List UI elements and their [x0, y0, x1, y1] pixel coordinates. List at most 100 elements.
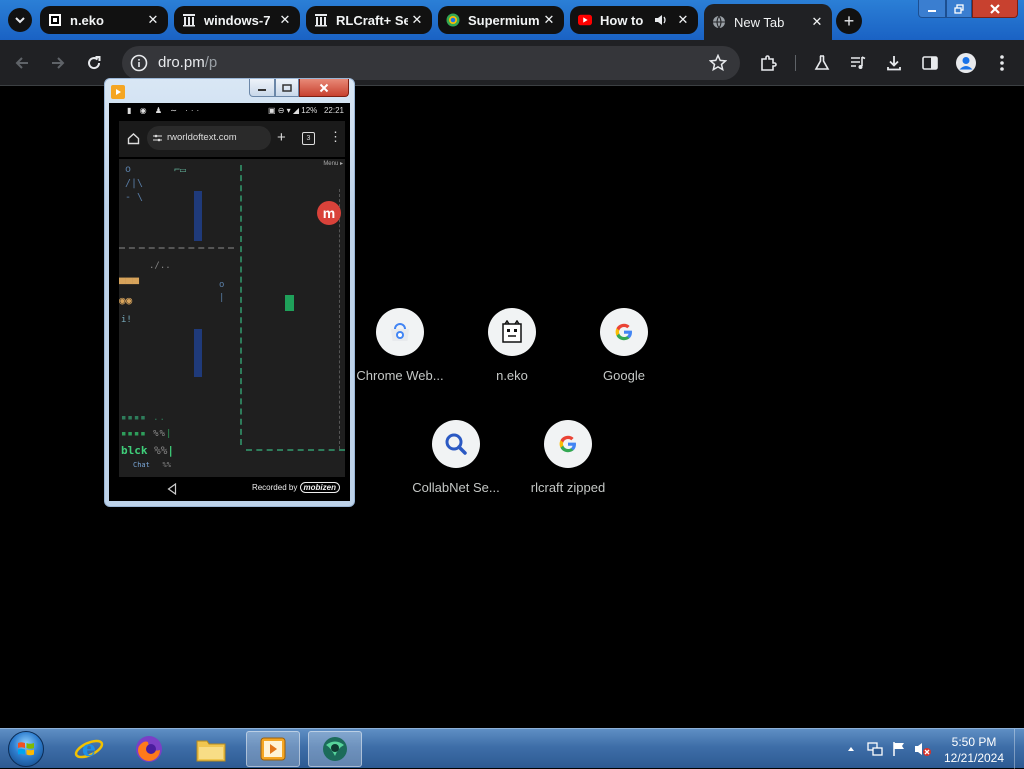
playlist-music-icon [851, 56, 866, 69]
supermium-taskbar-button[interactable] [308, 731, 362, 767]
tune-icon [153, 134, 162, 142]
start-button[interactable] [4, 729, 48, 769]
close-icon[interactable]: ✕ [144, 11, 162, 29]
shortcut-google[interactable]: Google [569, 308, 679, 383]
firefox-icon [136, 736, 162, 762]
back-arrow-icon [15, 57, 28, 69]
downloads-button[interactable] [882, 51, 906, 75]
mobizen-maximize-button[interactable] [275, 79, 299, 97]
mobizen-icon [260, 737, 286, 761]
status-right: ▣ ⊖ ▾ ◢ 12% 22:21 [267, 106, 344, 115]
window-minimize-button[interactable] [918, 0, 946, 18]
recorded-by-text: Recorded by mobizen [252, 482, 340, 493]
phone-url-bar[interactable]: rworldoftext.com [147, 126, 271, 150]
internet-explorer-taskbar-button[interactable]: e [62, 731, 116, 767]
dashed-line [119, 247, 234, 249]
tab-supermium[interactable]: Supermium ✕ [438, 6, 564, 34]
tab-title: windows-7 [204, 12, 271, 28]
ascii-art: ./.. [149, 261, 171, 271]
phone-status-bar: ▮ ◉ ♟ ∼ ··· ▣ ⊖ ▾ ◢ 12% 22:21 [109, 103, 350, 119]
mobizen-window[interactable]: ▮ ◉ ♟ ∼ ··· ▣ ⊖ ▾ ◢ 12% 22:21 rworldofte… [104, 78, 355, 507]
new-tab-button[interactable]: + [836, 8, 862, 34]
side-panel-button[interactable] [918, 51, 942, 75]
canvas-menu-link[interactable]: Menu ▸ [323, 160, 343, 167]
tab-neko[interactable]: n.eko ✕ [40, 6, 168, 34]
profile-button[interactable] [954, 51, 978, 75]
file-explorer-taskbar-button[interactable] [184, 731, 238, 767]
show-hidden-icons-button[interactable] [844, 729, 858, 769]
shortcut-collabnet[interactable]: CollabNet Se... [401, 420, 511, 495]
back-button[interactable] [10, 51, 34, 75]
close-icon[interactable]: ✕ [408, 11, 426, 29]
forward-arrow-icon [52, 57, 65, 69]
tab-strip: n.eko ✕ windows-7 ✕ RLCraft+ Se ✕ Superm… [0, 0, 1024, 40]
reload-button[interactable] [82, 51, 106, 75]
firefox-taskbar-button[interactable] [122, 731, 176, 767]
shortcut-rlcraft-zipped[interactable]: rlcraft zipped [513, 420, 623, 495]
speaker-icon[interactable] [654, 13, 668, 27]
address-bar[interactable]: dro.pm/p [122, 46, 740, 80]
extensions-button[interactable] [756, 51, 780, 75]
taskbar-clock[interactable]: 5:50 PM 12/21/2024 [936, 734, 1012, 766]
blck-label: blck [121, 444, 148, 457]
show-desktop-button[interactable] [1014, 729, 1024, 769]
mobizen-taskbar-button[interactable] [246, 731, 300, 767]
star-icon [709, 54, 727, 72]
chat-text: Chat %% [133, 461, 171, 469]
chevron-up-icon [848, 747, 854, 751]
info-icon[interactable] [130, 54, 148, 72]
battery-level: 12% [301, 106, 318, 115]
close-icon[interactable]: ✕ [674, 11, 692, 29]
action-center-tray-button[interactable] [890, 729, 908, 769]
volume-tray-button[interactable] [914, 729, 932, 769]
tab-search-button[interactable] [8, 8, 32, 32]
notification-icons: ▮ ◉ ♟ ∼ ··· [127, 106, 203, 115]
percent-text: %% [154, 444, 168, 457]
phone-menu-icon[interactable]: ⋮ [329, 129, 342, 145]
clock-date: 12/21/2024 [943, 751, 1005, 765]
tab-rlcraft[interactable]: RLCraft+ Se ✕ [306, 6, 432, 34]
shortcut-neko[interactable]: n.eko [457, 308, 567, 383]
phone-new-tab-icon[interactable]: + [277, 129, 286, 146]
close-icon[interactable]: ✕ [540, 11, 558, 29]
mobizen-minimize-button[interactable] [249, 79, 275, 97]
windows-taskbar: e 5:50 PM 12/21/2024 [0, 728, 1024, 769]
chrome-web-store-icon [376, 308, 424, 356]
close-icon[interactable]: ✕ [808, 13, 826, 31]
back-triangle-icon[interactable] [167, 483, 177, 495]
home-icon[interactable] [127, 132, 140, 145]
mobizen-close-button[interactable] [299, 79, 349, 97]
percent-text: %% [162, 461, 171, 469]
tab-title: Supermium [468, 12, 540, 28]
toolbar-divider [795, 55, 796, 71]
network-icon [867, 742, 883, 756]
world-of-text-canvas[interactable]: Menu ▸ o/|\ - \ ⌐▭ ./.. ▀▀▀ ◉◉ i! o | m ▪▪▪… [119, 159, 345, 477]
ascii-art: ⌐▭ [174, 165, 187, 176]
neko-favicon-icon [48, 13, 62, 27]
window-close-button[interactable] [972, 0, 1018, 18]
file-explorer-icon [196, 740, 226, 762]
network-tray-button[interactable] [866, 729, 884, 769]
shortcut-chrome-web-store[interactable]: Chrome Web... [345, 308, 455, 383]
shortcut-label: Chrome Web... [356, 368, 444, 383]
forward-button[interactable] [46, 51, 70, 75]
media-control-button[interactable] [846, 51, 870, 75]
menu-button[interactable] [990, 51, 1014, 75]
phone-tab-count-icon[interactable]: 3 [302, 132, 315, 145]
tab-new-tab[interactable]: New Tab ✕ [704, 4, 832, 40]
close-icon[interactable]: ✕ [276, 11, 294, 29]
url-text: dro.pm/p [158, 54, 217, 71]
tab-windows-7[interactable]: windows-7 ✕ [174, 6, 300, 34]
tab-youtube[interactable]: How to ✕ [570, 6, 698, 34]
supermium-icon [446, 13, 460, 27]
ascii-art: i! [121, 315, 132, 325]
download-icon [887, 56, 901, 71]
globe-icon [712, 15, 726, 29]
labs-button[interactable] [810, 51, 834, 75]
bookmark-star-button[interactable] [706, 51, 730, 75]
phone-screen[interactable]: ▮ ◉ ♟ ∼ ··· ▣ ⊖ ▾ ◢ 12% 22:21 rworldofte… [109, 103, 350, 501]
phone-time: 22:21 [323, 106, 344, 115]
mobizen-badge-icon[interactable]: m [317, 201, 341, 225]
window-restore-button[interactable] [946, 0, 972, 18]
url-host: dro.pm [158, 54, 205, 71]
